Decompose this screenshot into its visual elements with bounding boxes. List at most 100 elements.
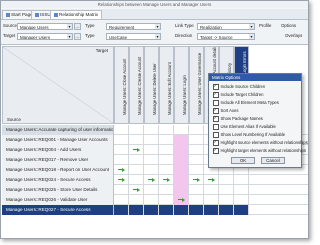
matrix-cell[interactable] (144, 145, 159, 155)
matrix-cell[interactable] (129, 125, 144, 135)
matrix-cell[interactable] (174, 195, 189, 205)
matrix-cell[interactable] (159, 195, 174, 205)
matrix-cell[interactable] (174, 145, 189, 155)
row-source-label[interactable]: Manage Users::REQ025 - Store User Detail… (2, 185, 114, 195)
matrix-cell[interactable] (174, 165, 189, 175)
matrix-cell[interactable] (144, 125, 159, 135)
option-checkbox-item[interactable]: Highlight target elements without relati… (213, 147, 306, 154)
direction-combo[interactable]: Target -> Source ▾ (197, 33, 255, 40)
matrix-cell[interactable] (189, 125, 204, 135)
option-checkbox-item[interactable]: Include All Element Meta Types (213, 100, 279, 106)
matrix-cell[interactable] (114, 145, 129, 155)
matrix-cell[interactable] (234, 175, 249, 185)
matrix-cell[interactable] (204, 195, 219, 205)
matrix-cell[interactable] (159, 135, 174, 145)
matrix-cell[interactable] (189, 185, 204, 195)
row-source-label[interactable]: Manage Users::REQ027 - Secure Access (2, 205, 114, 215)
matrix-cell[interactable] (114, 125, 129, 135)
target-browse-button[interactable]: … (74, 33, 81, 40)
matrix-cell[interactable] (129, 185, 144, 195)
matrix-cell[interactable] (159, 145, 174, 155)
row-source-label[interactable]: Manage Users::REQ017 - Remove User (2, 155, 114, 165)
source-type-combo[interactable]: Requirement ▾ (106, 23, 161, 30)
option-checkbox-item[interactable]: Include Target Children (213, 91, 264, 98)
matrix-cell[interactable] (234, 205, 249, 215)
cancel-button[interactable]: Cancel (261, 157, 285, 164)
matrix-cell[interactable] (129, 175, 144, 185)
row-source-label[interactable]: Manage Users::REQ001 - Manage User Accou… (2, 135, 114, 145)
column-header[interactable]: Manage Users::Login (174, 46, 189, 124)
column-header[interactable]: Manage Users::User Governance (189, 46, 204, 124)
matrix-cell[interactable] (159, 125, 174, 135)
matrix-cell[interactable] (144, 165, 159, 175)
row-source-label[interactable]: Manage Users::REQ024 - Secure Access (2, 175, 114, 185)
column-header[interactable]: Manage Users::Delete User (144, 46, 159, 124)
matrix-cell[interactable] (144, 205, 159, 215)
matrix-cell[interactable] (189, 195, 204, 205)
link-type-combo[interactable]: Realization ▾ (197, 23, 255, 30)
matrix-cell[interactable] (114, 165, 129, 175)
matrix-cell[interactable] (204, 175, 219, 185)
option-checkbox-item[interactable]: Show Package Names (213, 115, 263, 122)
matrix-cell[interactable] (144, 185, 159, 195)
matrix-cell[interactable] (189, 205, 204, 215)
matrix-cell[interactable] (114, 195, 129, 205)
matrix-cell[interactable] (114, 175, 129, 185)
matrix-cell[interactable] (189, 165, 204, 175)
matrix-row[interactable]: Manage Users::REQ024 - Secure Access (2, 175, 308, 185)
matrix-cell[interactable] (159, 165, 174, 175)
matrix-cell[interactable] (159, 185, 174, 195)
matrix-cell[interactable] (129, 145, 144, 155)
column-header[interactable]: Manage Users::Create Account (129, 46, 144, 124)
matrix-cell[interactable] (129, 195, 144, 205)
matrix-cell[interactable] (174, 185, 189, 195)
matrix-cell[interactable] (114, 185, 129, 195)
matrix-cell[interactable] (174, 155, 189, 165)
matrix-cell[interactable] (174, 175, 189, 185)
column-header[interactable]: Manage Users::Edit Account (159, 46, 174, 124)
column-header[interactable]: Manage Users::Close Account (114, 46, 129, 124)
checkbox[interactable] (213, 83, 219, 90)
checkbox[interactable] (213, 147, 219, 154)
matrix-cell[interactable] (129, 135, 144, 145)
option-checkbox-item[interactable]: Show Level Numbering If Available (213, 132, 285, 138)
checkbox[interactable] (213, 139, 219, 146)
row-source-label[interactable]: Manage Users::REQ018 - Report on User Ac… (2, 165, 114, 175)
matrix-cell[interactable] (174, 125, 189, 135)
options-label[interactable]: Options (281, 22, 296, 30)
target-type-combo[interactable]: UseCase ▾ (106, 33, 161, 40)
matrix-cell[interactable] (129, 165, 144, 175)
matrix-cell[interactable] (219, 205, 234, 215)
matrix-cell[interactable] (144, 155, 159, 165)
matrix-cell[interactable] (204, 185, 219, 195)
option-checkbox-item[interactable]: Highlight source elements without relati… (213, 139, 308, 146)
matrix-cell[interactable] (219, 175, 234, 185)
matrix-cell[interactable] (144, 135, 159, 145)
checkbox[interactable] (213, 100, 219, 106)
matrix-row[interactable]: Manage Users::REQ026 - Validate User (2, 195, 308, 205)
checkbox[interactable] (213, 107, 219, 114)
checkbox[interactable] (213, 91, 219, 98)
matrix-cell[interactable] (174, 135, 189, 145)
matrix-cell[interactable] (234, 195, 249, 205)
matrix-cell[interactable] (219, 185, 234, 195)
row-source-label[interactable]: Manage Users::REQ004 - Add Users (2, 145, 114, 155)
matrix-cell[interactable] (189, 145, 204, 155)
profile-label[interactable]: Profile (259, 22, 271, 30)
row-source-label[interactable]: Manage Users::REQ026 - Validate User (2, 195, 114, 205)
matrix-cell[interactable] (174, 205, 189, 215)
matrix-cell[interactable] (159, 175, 174, 185)
matrix-cell[interactable] (219, 195, 234, 205)
option-checkbox-item[interactable]: Include Source Children (213, 83, 265, 90)
overlays-label[interactable]: Overlays (285, 32, 302, 40)
source-combo[interactable]: Manage Users ▾ (17, 23, 73, 30)
source-browse-button[interactable]: … (74, 23, 81, 30)
option-checkbox-item[interactable]: Use Element Alias If Available (213, 124, 276, 130)
matrix-cell[interactable] (159, 205, 174, 215)
matrix-cell[interactable] (114, 135, 129, 145)
checkbox[interactable] (213, 132, 219, 138)
matrix-row[interactable]: Manage Users::REQ027 - Secure Access (2, 205, 308, 215)
matrix-cell[interactable] (114, 205, 129, 215)
matrix-cell[interactable] (189, 135, 204, 145)
matrix-cell[interactable] (129, 155, 144, 165)
